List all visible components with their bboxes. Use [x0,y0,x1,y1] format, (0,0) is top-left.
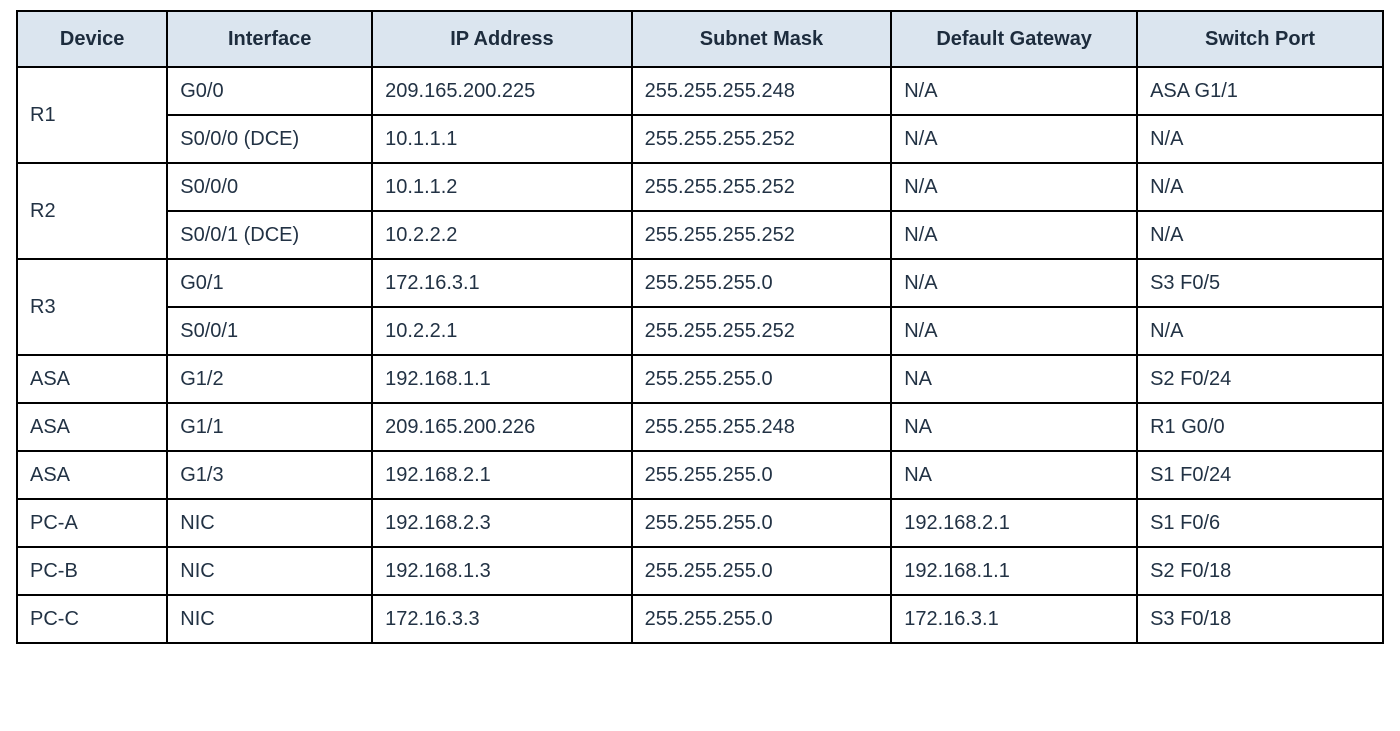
table-row: ASA G1/3 192.168.2.1 255.255.255.0 NA S1… [17,451,1383,499]
cell-mask: 255.255.255.252 [632,307,892,355]
table-row: ASA G1/2 192.168.1.1 255.255.255.0 NA S2… [17,355,1383,403]
table-row: PC-A NIC 192.168.2.3 255.255.255.0 192.1… [17,499,1383,547]
cell-gw: N/A [891,67,1137,115]
cell-device: PC-B [17,547,167,595]
cell-port: S2 F0/24 [1137,355,1383,403]
cell-gw: N/A [891,211,1137,259]
cell-port: N/A [1137,163,1383,211]
cell-gw: 172.16.3.1 [891,595,1137,643]
table-row: PC-B NIC 192.168.1.3 255.255.255.0 192.1… [17,547,1383,595]
cell-interface: G1/2 [167,355,372,403]
cell-mask: 255.255.255.0 [632,259,892,307]
cell-ip: 10.1.1.1 [372,115,632,163]
cell-interface: NIC [167,547,372,595]
cell-device: PC-C [17,595,167,643]
cell-port: ASA G1/1 [1137,67,1383,115]
cell-mask: 255.255.255.248 [632,67,892,115]
cell-device: R3 [17,259,167,355]
cell-ip: 192.168.1.1 [372,355,632,403]
cell-mask: 255.255.255.252 [632,211,892,259]
cell-interface: G0/0 [167,67,372,115]
cell-gw: N/A [891,115,1137,163]
col-gw: Default Gateway [891,11,1137,67]
cell-interface: G1/1 [167,403,372,451]
table-row: PC-C NIC 172.16.3.3 255.255.255.0 172.16… [17,595,1383,643]
cell-interface: S0/0/1 (DCE) [167,211,372,259]
cell-interface: NIC [167,595,372,643]
col-ip: IP Address [372,11,632,67]
cell-ip: 10.1.1.2 [372,163,632,211]
cell-device: ASA [17,451,167,499]
table-row: S0/0/1 10.2.2.1 255.255.255.252 N/A N/A [17,307,1383,355]
cell-mask: 255.255.255.0 [632,355,892,403]
cell-mask: 255.255.255.252 [632,163,892,211]
cell-mask: 255.255.255.248 [632,403,892,451]
cell-mask: 255.255.255.0 [632,547,892,595]
cell-port: S1 F0/6 [1137,499,1383,547]
cell-ip: 10.2.2.2 [372,211,632,259]
cell-interface: S0/0/0 (DCE) [167,115,372,163]
cell-ip: 10.2.2.1 [372,307,632,355]
cell-port: N/A [1137,307,1383,355]
cell-mask: 255.255.255.0 [632,499,892,547]
cell-port: S3 F0/5 [1137,259,1383,307]
col-port: Switch Port [1137,11,1383,67]
cell-interface: S0/0/0 [167,163,372,211]
cell-gw: NA [891,403,1137,451]
table-row: R3 G0/1 172.16.3.1 255.255.255.0 N/A S3 … [17,259,1383,307]
cell-ip: 209.165.200.226 [372,403,632,451]
cell-mask: 255.255.255.0 [632,595,892,643]
cell-interface: S0/0/1 [167,307,372,355]
cell-ip: 192.168.2.1 [372,451,632,499]
table-row: R2 S0/0/0 10.1.1.2 255.255.255.252 N/A N… [17,163,1383,211]
table-row: S0/0/1 (DCE) 10.2.2.2 255.255.255.252 N/… [17,211,1383,259]
cell-gw: N/A [891,307,1137,355]
cell-port: S1 F0/24 [1137,451,1383,499]
cell-ip: 172.16.3.1 [372,259,632,307]
cell-device: R2 [17,163,167,259]
col-device: Device [17,11,167,67]
cell-interface: G1/3 [167,451,372,499]
cell-port: N/A [1137,211,1383,259]
cell-gw: NA [891,355,1137,403]
cell-gw: NA [891,451,1137,499]
cell-gw: N/A [891,163,1137,211]
cell-ip: 192.168.1.3 [372,547,632,595]
cell-port: N/A [1137,115,1383,163]
cell-gw: N/A [891,259,1137,307]
col-interface: Interface [167,11,372,67]
cell-ip: 209.165.200.225 [372,67,632,115]
cell-port: R1 G0/0 [1137,403,1383,451]
cell-mask: 255.255.255.0 [632,451,892,499]
addressing-table: Device Interface IP Address Subnet Mask … [16,10,1384,644]
cell-device: PC-A [17,499,167,547]
table-row: ASA G1/1 209.165.200.226 255.255.255.248… [17,403,1383,451]
table-row: R1 G0/0 209.165.200.225 255.255.255.248 … [17,67,1383,115]
cell-device: R1 [17,67,167,163]
cell-port: S3 F0/18 [1137,595,1383,643]
cell-mask: 255.255.255.252 [632,115,892,163]
cell-ip: 192.168.2.3 [372,499,632,547]
cell-gw: 192.168.1.1 [891,547,1137,595]
cell-ip: 172.16.3.3 [372,595,632,643]
cell-device: ASA [17,355,167,403]
cell-interface: G0/1 [167,259,372,307]
cell-device: ASA [17,403,167,451]
table-header-row: Device Interface IP Address Subnet Mask … [17,11,1383,67]
col-mask: Subnet Mask [632,11,892,67]
cell-interface: NIC [167,499,372,547]
cell-port: S2 F0/18 [1137,547,1383,595]
table-row: S0/0/0 (DCE) 10.1.1.1 255.255.255.252 N/… [17,115,1383,163]
cell-gw: 192.168.2.1 [891,499,1137,547]
